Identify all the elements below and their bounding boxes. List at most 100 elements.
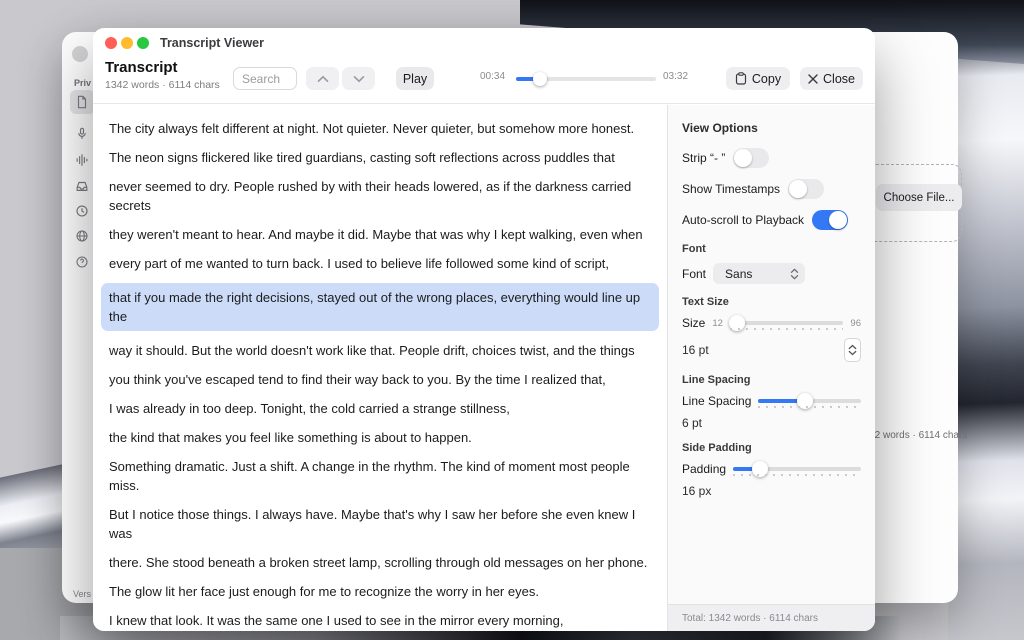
select-chevrons-icon <box>790 268 799 280</box>
line-spacing-row: Line Spacing <box>682 394 861 408</box>
toggle-knob <box>789 180 807 198</box>
clock-icon[interactable] <box>75 204 89 218</box>
close-icon <box>808 74 818 84</box>
window-title: Transcript Viewer <box>160 36 264 50</box>
transcript-paragraph[interactable]: Something dramatic. Just a shift. A chan… <box>109 457 651 495</box>
font-row: Font Sans <box>682 263 861 284</box>
autoscroll-toggle-label: Auto-scroll to Playback <box>682 213 804 227</box>
padding-value-row: 16 px <box>682 484 861 498</box>
waveform-icon[interactable] <box>75 153 89 167</box>
line-spacing-slider-thumb[interactable] <box>797 393 813 409</box>
transcript-paragraph[interactable]: I knew that look. It was the same one I … <box>109 611 651 630</box>
page-title: Transcript <box>105 59 220 76</box>
size-value-row: 16 pt <box>682 338 861 362</box>
help-icon[interactable] <box>75 255 89 269</box>
line-spacing-section-heading: Line Spacing <box>682 374 861 386</box>
search-next-button[interactable] <box>342 67 375 90</box>
padding-slider[interactable] <box>733 467 861 471</box>
stepper-down-icon <box>848 350 857 356</box>
panel-title: View Options <box>682 121 861 135</box>
timestamps-toggle[interactable] <box>788 179 824 199</box>
transcript-paragraph[interactable]: that if you made the right decisions, st… <box>101 283 659 331</box>
transcript-paragraph[interactable]: there. She stood beneath a broken street… <box>109 553 651 572</box>
chevron-up-icon <box>317 75 329 83</box>
close-traffic-light[interactable] <box>105 37 117 49</box>
timestamps-option-row: Show Timestamps <box>682 178 861 200</box>
strip-toggle[interactable] <box>733 148 769 168</box>
transcript-pane[interactable]: The city always felt different at night.… <box>93 105 667 631</box>
close-button-label: Close <box>823 72 855 86</box>
window-content: The city always felt different at night.… <box>93 105 875 631</box>
panel-footer: Total: 1342 words · 6114 chars <box>668 604 875 631</box>
transcript-paragraph[interactable]: never seemed to dry. People rushed by wi… <box>109 177 651 215</box>
transcript-paragraph[interactable]: they weren't meant to hear. And maybe it… <box>109 225 651 244</box>
globe-icon[interactable] <box>75 229 89 243</box>
timestamps-toggle-label: Show Timestamps <box>682 182 780 196</box>
font-label: Font <box>682 267 706 281</box>
line-spacing-slider[interactable] <box>758 399 861 403</box>
size-value: 16 pt <box>682 343 709 357</box>
sidebar-label: Priv <box>74 78 91 88</box>
word-count-meta: 1342 words · 6114 chars <box>105 79 220 91</box>
transcript-paragraph[interactable]: you think you've escaped tend to find th… <box>109 370 651 389</box>
search-input[interactable] <box>233 67 297 90</box>
copy-button[interactable]: Copy <box>726 67 790 90</box>
transcript-paragraph[interactable]: The neon signs flickered like tired guar… <box>109 148 651 167</box>
font-select-value: Sans <box>725 267 752 281</box>
strip-option-row: Strip “- ” <box>682 147 861 169</box>
version-label: Vers <box>73 589 91 599</box>
microphone-icon[interactable] <box>75 127 89 141</box>
transcript-paragraph[interactable]: every part of me wanted to turn back. I … <box>109 254 651 273</box>
titlebar: Transcript Viewer <box>93 28 875 58</box>
play-button[interactable]: Play <box>396 67 434 90</box>
document-icon[interactable] <box>75 95 89 109</box>
line-spacing-value-row: 6 pt <box>682 416 861 430</box>
font-select[interactable]: Sans <box>713 263 805 284</box>
tray-icon[interactable] <box>75 179 89 193</box>
playback-slider[interactable] <box>516 77 656 81</box>
strip-toggle-label: Strip “- ” <box>682 151 725 165</box>
toggle-knob <box>734 149 752 167</box>
font-section-heading: Font <box>682 243 861 255</box>
transcript-paragraph[interactable]: way it should. But the world doesn't wor… <box>109 341 651 360</box>
size-max: 96 <box>850 318 861 329</box>
wallpaper-ribbons <box>948 0 1024 640</box>
size-stepper[interactable] <box>844 338 861 362</box>
size-slider-thumb[interactable] <box>729 315 745 331</box>
total-stats: Total: 1342 words · 6114 chars <box>682 613 818 624</box>
time-total: 03:32 <box>663 71 688 82</box>
autoscroll-option-row: Auto-scroll to Playback <box>682 209 861 231</box>
desktop: Priv Vers Choose File... 1342 words · 61… <box>0 0 1024 640</box>
toggle-knob <box>829 211 847 229</box>
transcript-paragraph[interactable]: I was already in too deep. Tonight, the … <box>109 399 651 418</box>
transcript-paragraph[interactable]: the kind that makes you feel like someth… <box>109 428 651 447</box>
text-size-section-heading: Text Size <box>682 296 861 308</box>
playback-slider-thumb[interactable] <box>533 72 547 86</box>
side-padding-section-heading: Side Padding <box>682 442 861 454</box>
window-control-dot <box>72 46 88 62</box>
chevron-down-icon <box>353 75 365 83</box>
time-current: 00:34 <box>480 71 505 82</box>
choose-file-button[interactable]: Choose File... <box>876 184 962 211</box>
size-min: 12 <box>712 318 723 329</box>
clipboard-icon <box>735 72 747 85</box>
line-spacing-label: Line Spacing <box>682 394 751 408</box>
minimize-traffic-light[interactable] <box>121 37 133 49</box>
search-previous-button[interactable] <box>306 67 339 90</box>
autoscroll-toggle[interactable] <box>812 210 848 230</box>
transcript-paragraph[interactable]: The glow lit her face just enough for me… <box>109 582 651 601</box>
padding-value: 16 px <box>682 484 711 498</box>
size-slider[interactable] <box>730 321 844 325</box>
view-options-panel: View Options Strip “- ” Show Timestamps … <box>667 105 875 631</box>
toolbar: Transcript 1342 words · 6114 chars Play … <box>93 58 875 104</box>
size-label: Size <box>682 316 705 330</box>
line-spacing-value: 6 pt <box>682 416 702 430</box>
text-size-row: Size 12 96 <box>682 316 861 330</box>
padding-slider-thumb[interactable] <box>752 461 768 477</box>
transcript-paragraph[interactable]: But I notice those things. I always have… <box>109 505 651 543</box>
zoom-traffic-light[interactable] <box>137 37 149 49</box>
padding-label: Padding <box>682 462 726 476</box>
transcript-paragraph[interactable]: The city always felt different at night.… <box>109 119 651 138</box>
transcript-viewer-window: Transcript Viewer Transcript 1342 words … <box>93 28 875 631</box>
close-button[interactable]: Close <box>800 67 863 90</box>
